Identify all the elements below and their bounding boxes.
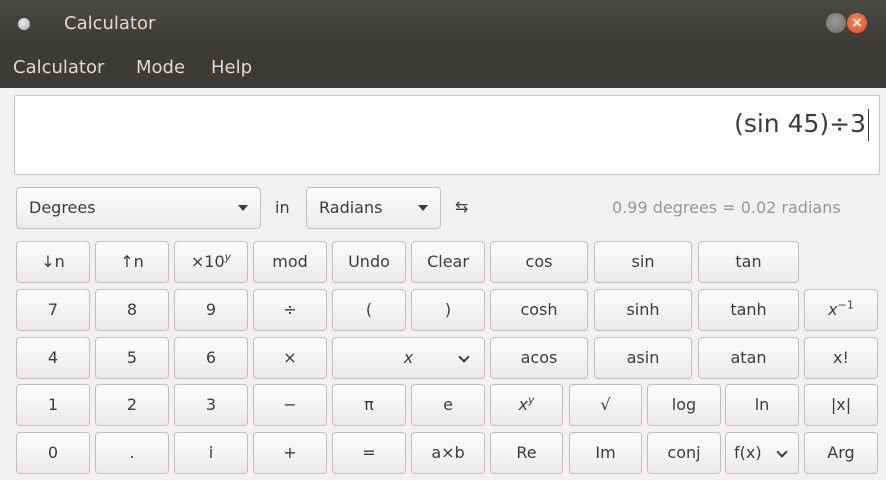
menu-mode[interactable]: Mode <box>136 56 185 80</box>
window-title: Calculator <box>64 13 156 34</box>
dropdown-arrow-icon <box>238 205 248 211</box>
exponent-sup: y <box>224 250 232 264</box>
imaginary-button[interactable]: i <box>174 432 248 474</box>
menu-calculator[interactable]: Calculator <box>13 56 104 80</box>
inverse-sup: −1 <box>837 298 854 312</box>
multiply-button[interactable]: × <box>253 337 327 379</box>
digit-7-button[interactable]: 7 <box>16 289 90 331</box>
variable-dropdown-button[interactable]: x <box>332 337 485 379</box>
factorial-button[interactable]: x! <box>804 337 878 379</box>
sin-button[interactable]: sin <box>594 241 692 283</box>
digit-9-button[interactable]: 9 <box>174 289 248 331</box>
text-cursor <box>868 109 869 141</box>
function-dropdown-button[interactable]: f(x) <box>725 432 799 474</box>
pi-button[interactable]: π <box>332 384 406 426</box>
atan-button[interactable]: atan <box>698 337 799 379</box>
function-label: f(x) <box>734 443 762 462</box>
expression-display[interactable]: (sin 45)÷3 <box>14 95 880 175</box>
exponent-base: ×10 <box>190 252 225 271</box>
menu-bar: Calculator Mode Help <box>0 48 886 88</box>
in-label: in <box>275 198 290 217</box>
digit-0-button[interactable]: 0 <box>16 432 90 474</box>
close-icon: × <box>851 15 863 31</box>
clear-button[interactable]: Clear <box>411 241 485 283</box>
chevron-down-icon <box>776 446 788 458</box>
asin-button[interactable]: asin <box>594 337 692 379</box>
cosh-button[interactable]: cosh <box>490 289 588 331</box>
title-bar: Calculator × <box>0 0 886 48</box>
imag-part-button[interactable]: Im <box>569 432 642 474</box>
source-unit-value: Degrees <box>29 198 96 217</box>
shift-up-button[interactable]: ↑n <box>95 241 169 283</box>
app-icon <box>18 18 30 30</box>
equals-button[interactable]: = <box>332 432 406 474</box>
target-unit-value: Radians <box>319 198 383 217</box>
dropdown-arrow-icon <box>418 205 428 211</box>
tan-button[interactable]: tan <box>698 241 799 283</box>
digit-3-button[interactable]: 3 <box>174 384 248 426</box>
sqrt-button[interactable]: √ <box>569 384 642 426</box>
power-button[interactable]: xy <box>490 384 563 426</box>
expression-value: (sin 45)÷3 <box>734 109 866 138</box>
digit-2-button[interactable]: 2 <box>95 384 169 426</box>
power-base: x <box>518 395 528 414</box>
close-button[interactable]: × <box>847 13 867 33</box>
digit-6-button[interactable]: 6 <box>174 337 248 379</box>
mod-button[interactable]: mod <box>253 241 327 283</box>
sinh-button[interactable]: sinh <box>594 289 692 331</box>
divide-button[interactable]: ÷ <box>253 289 327 331</box>
inverse-button[interactable]: x−1 <box>804 289 878 331</box>
subtract-button[interactable]: − <box>253 384 327 426</box>
minimize-button[interactable] <box>826 13 846 33</box>
inverse-base: x <box>828 300 838 319</box>
factorize-button[interactable]: a×b <box>411 432 485 474</box>
euler-button[interactable]: e <box>411 384 485 426</box>
open-paren-button[interactable]: ( <box>332 289 406 331</box>
chevron-down-icon <box>458 351 470 363</box>
log-button[interactable]: log <box>647 384 721 426</box>
tanh-button[interactable]: tanh <box>698 289 799 331</box>
digit-4-button[interactable]: 4 <box>16 337 90 379</box>
add-button[interactable]: + <box>253 432 327 474</box>
digit-1-button[interactable]: 1 <box>16 384 90 426</box>
abs-button[interactable]: |x| <box>804 384 878 426</box>
target-unit-select[interactable]: Radians <box>306 187 441 229</box>
close-paren-button[interactable]: ) <box>411 289 485 331</box>
shift-down-button[interactable]: ↓n <box>16 241 90 283</box>
conversion-result: 0.99 degrees = 0.02 radians <box>612 198 841 217</box>
power-sup: y <box>527 393 535 407</box>
swap-units-icon[interactable]: ⇆ <box>455 196 468 218</box>
menu-help[interactable]: Help <box>211 56 252 80</box>
expression-text: (sin 45)÷3 <box>734 106 869 142</box>
source-unit-select[interactable]: Degrees <box>16 187 261 229</box>
arg-button[interactable]: Arg <box>804 432 878 474</box>
exponent-button[interactable]: ×10y <box>174 241 248 283</box>
undo-button[interactable]: Undo <box>332 241 406 283</box>
conj-button[interactable]: conj <box>647 432 721 474</box>
acos-button[interactable]: acos <box>490 337 588 379</box>
digit-8-button[interactable]: 8 <box>95 289 169 331</box>
real-part-button[interactable]: Re <box>490 432 563 474</box>
cos-button[interactable]: cos <box>490 241 588 283</box>
digit-5-button[interactable]: 5 <box>95 337 169 379</box>
variable-label: x <box>403 348 414 367</box>
decimal-point-button[interactable]: . <box>95 432 169 474</box>
ln-button[interactable]: ln <box>725 384 799 426</box>
